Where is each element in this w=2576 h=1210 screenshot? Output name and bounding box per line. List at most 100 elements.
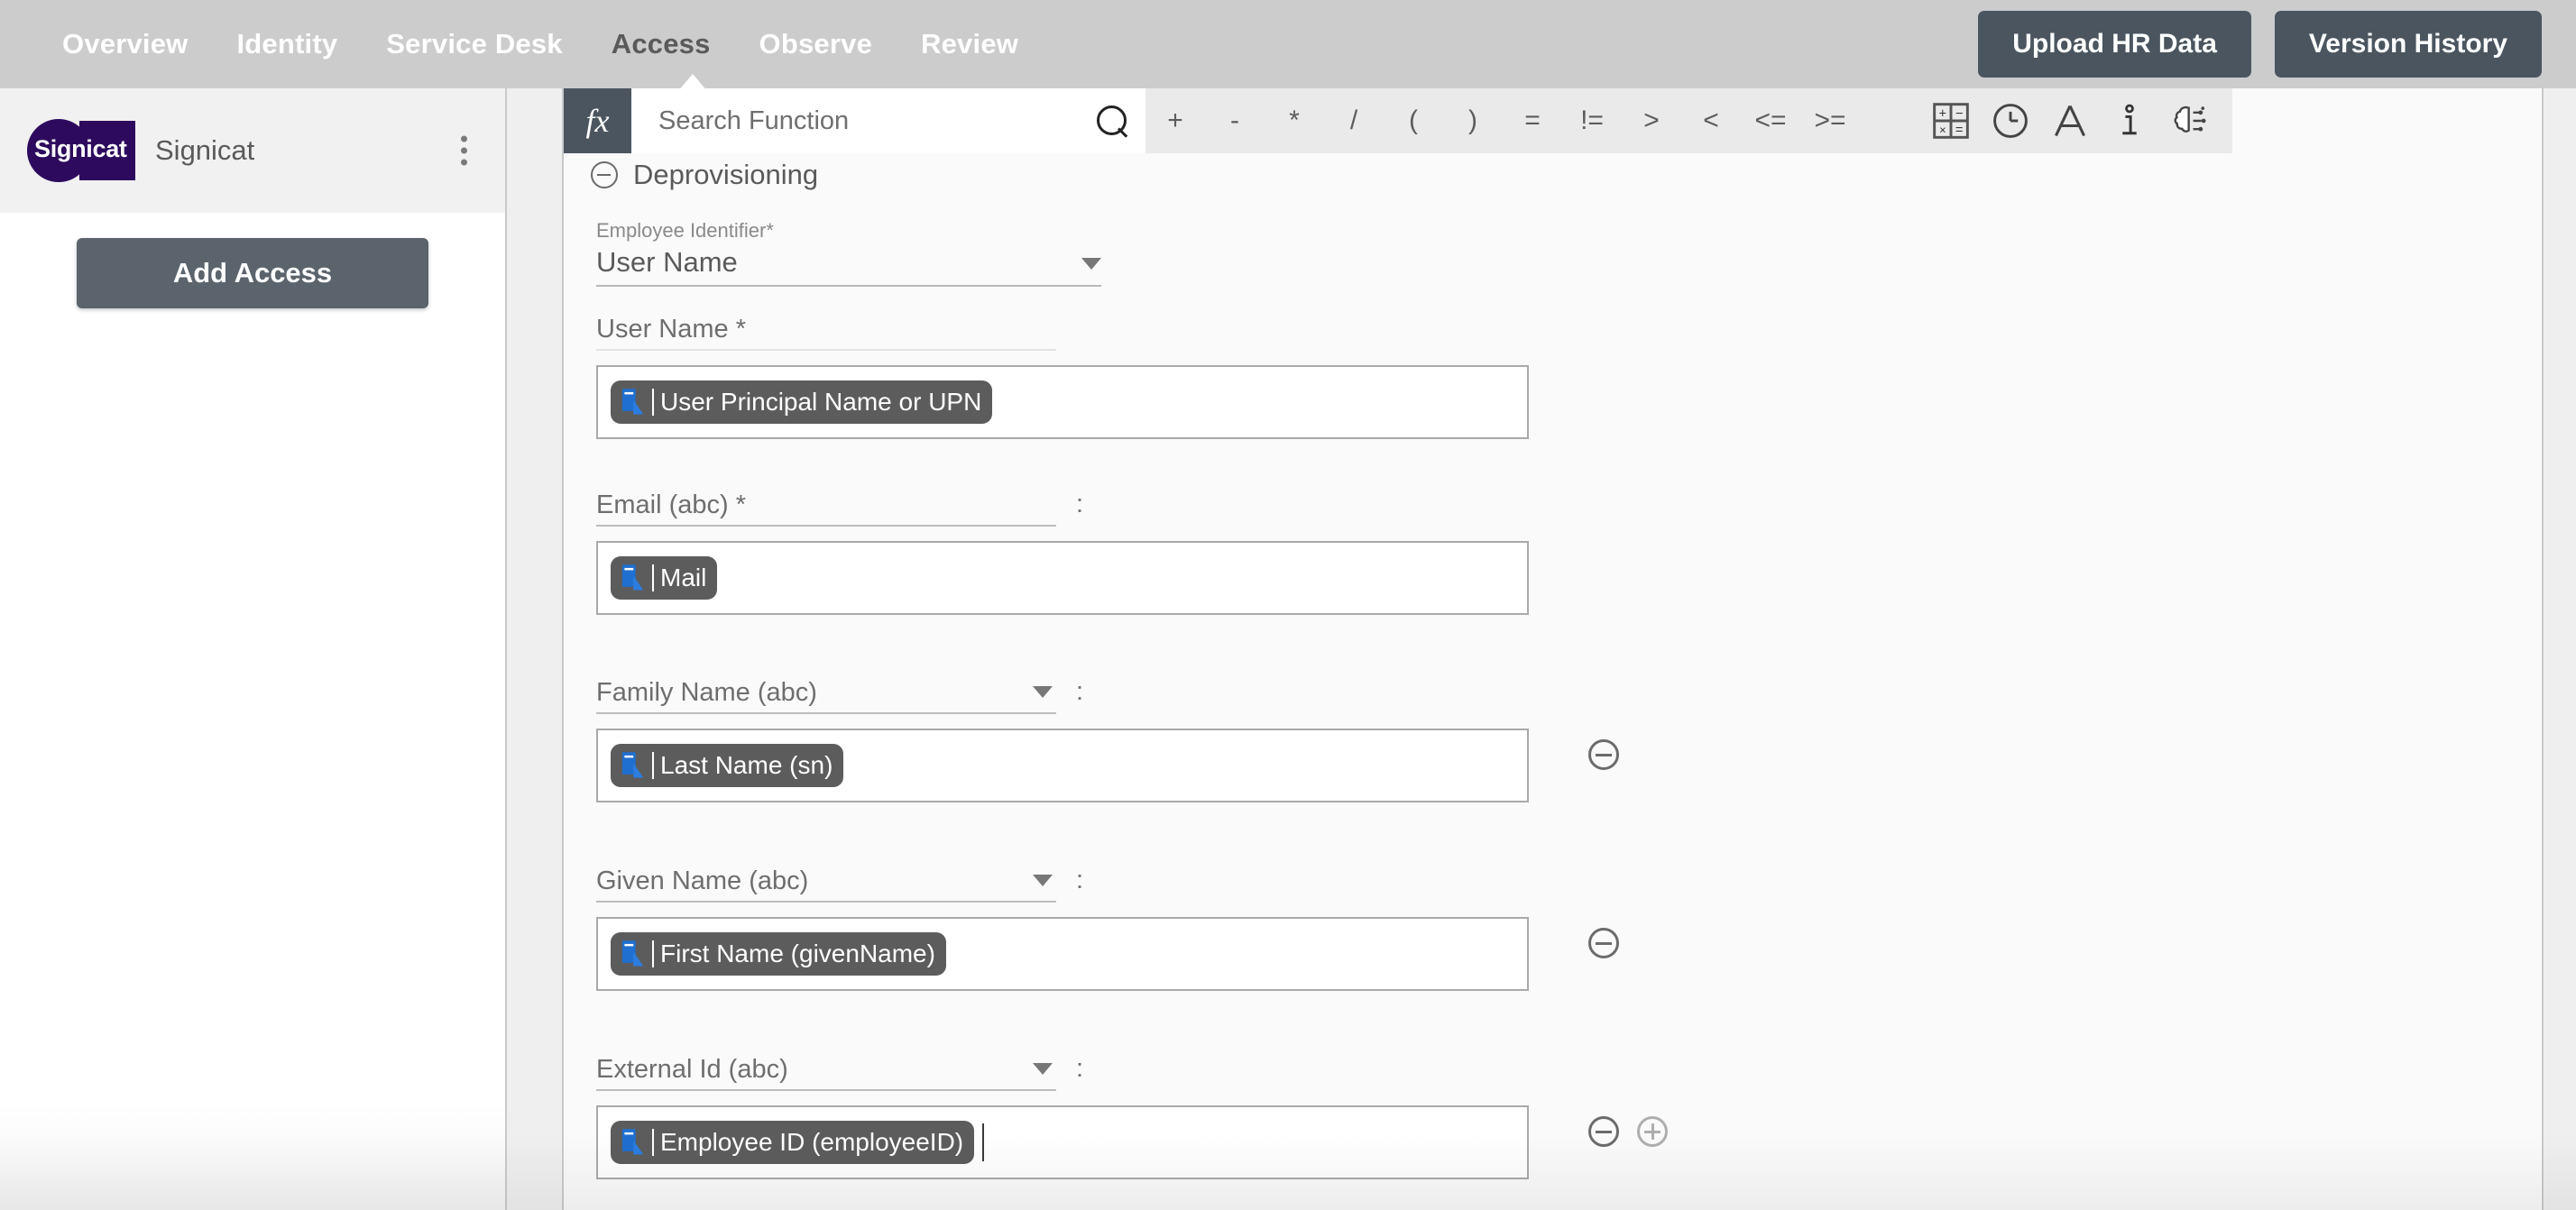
mapping-input[interactable]: Last Name (sn) [596,729,1529,802]
nav-link-service-desk[interactable]: Service Desk [362,28,586,60]
employee-identifier-field: Employee Identifier* User Name [596,219,1101,287]
chip-divider [652,389,654,416]
mapping-colon: : [1076,865,1084,894]
row-actions [1588,1116,1668,1147]
chip-divider [652,940,654,967]
operator-button[interactable]: - [1205,105,1265,136]
panel-gutter [505,88,564,1210]
chip-divider [652,564,654,591]
operator-buttons: + - * /() = != > < <= >= [1145,88,1931,153]
row-label-group[interactable]: Given Name (abc) [596,861,1056,903]
row-label: Family Name (abc) [596,677,817,707]
info-icon[interactable] [2110,101,2149,141]
source-chip[interactable]: Employee ID (employeeID) [611,1121,975,1164]
nav-action-buttons: Upload HR Data Version History [1978,11,2542,78]
sidebar-header: Signicat Signicat [0,88,505,213]
operator-button[interactable]: < [1681,105,1741,136]
operator-button[interactable]: != [1562,105,1622,136]
mapping-colon: : [1076,676,1084,706]
org-title: Signicat [155,134,255,166]
chevron-down-icon [1033,874,1053,886]
employee-identifier-select[interactable]: User Name [596,246,1101,287]
mapping-colon: : [1076,489,1084,518]
row-label-group: Email (abc) * [596,485,1056,527]
operator-button[interactable]: <= [1741,105,1800,136]
upload-hr-data-button[interactable]: Upload HR Data [1978,11,2251,78]
chip-label: Last Name (sn) [660,751,833,779]
row-label-wrap: Family Name (abc): [596,673,2490,714]
add-row-button[interactable] [1637,1116,1668,1147]
version-history-button[interactable]: Version History [2274,11,2542,78]
section-header: Deprovisioning [591,159,818,191]
operator-button[interactable]: * [1265,105,1324,136]
source-field-icon [621,564,644,591]
nav-link-observe[interactable]: Observe [735,28,897,60]
source-chip[interactable]: Mail [611,556,718,600]
kebab-menu-icon[interactable] [461,135,467,166]
source-chip[interactable]: User Principal Name or UPN [611,380,993,424]
search-icon[interactable] [1095,104,1129,138]
chevron-down-icon [1033,1062,1053,1075]
section-title: Deprovisioning [633,159,819,190]
nav-link-overview[interactable]: Overview [38,28,212,60]
mapping-input[interactable]: Employee ID (employeeID) [596,1105,1529,1179]
fx-function-button[interactable]: fx [564,88,631,153]
mapping-row: User Name * User Principal Name or UPN [596,309,2490,439]
row-label: Email (abc) * [596,490,746,519]
source-field-icon [621,389,644,415]
app-root: Overview Identity Service Desk Access Observ… [0,0,2576,1210]
mapping-row: External Id (abc): Employee ID (employeeI… [596,1050,2490,1179]
calculator-icon[interactable]: + − × = [1931,101,1971,141]
source-field-icon [621,1129,644,1155]
search-function-input[interactable] [658,105,1095,136]
row-label-wrap: Email (abc) *: [596,485,2490,527]
left-sidebar: Signicat Signicat Add Access [0,88,505,1210]
svg-text:+: + [1939,106,1947,121]
operator-button[interactable]: ( [1384,105,1443,136]
chip-label: User Principal Name or UPN [660,388,982,416]
row-label-group[interactable]: External Id (abc) [596,1050,1056,1091]
remove-row-button[interactable] [1588,739,1619,770]
chip-label: Mail [660,564,707,591]
function-search-container [631,88,1145,153]
svg-text:=: = [1955,124,1964,138]
ai-brain-icon[interactable] [2169,101,2209,141]
sidebar-bottom-shadow [0,1102,505,1210]
nav-link-access[interactable]: Access [587,28,735,60]
nav-link-review[interactable]: Review [897,28,1043,60]
operator-button[interactable]: > [1622,105,1681,136]
row-label-wrap: User Name * [596,309,2490,351]
nav-link-identity[interactable]: Identity [212,28,362,60]
source-chip[interactable]: First Name (givenName) [611,932,946,976]
chip-label: First Name (givenName) [660,940,935,967]
add-access-button[interactable]: Add Access [77,238,428,308]
row-label: Given Name (abc) [596,866,809,895]
remove-row-button[interactable] [1588,1116,1619,1147]
operator-button[interactable]: >= [1800,105,1860,136]
operator-button[interactable]: ) [1443,105,1503,136]
nav-links: Overview Identity Service Desk Access Observ… [38,28,1043,60]
sidebar-body: Add Access [0,213,505,308]
source-chip[interactable]: Last Name (sn) [611,744,844,787]
svg-text:−: − [1955,106,1964,121]
mapping-row: Family Name (abc): Last Name (sn) [596,673,2490,802]
clock-icon[interactable] [1991,101,2030,141]
svg-text:×: × [1939,124,1946,137]
chip-divider [652,752,654,779]
operator-button[interactable]: / [1324,105,1384,136]
text-cursor [982,1123,985,1161]
right-edge-strip [2542,88,2576,1210]
mapping-input[interactable]: Mail [596,541,1529,615]
remove-row-button[interactable] [1588,928,1619,958]
text-format-icon[interactable] [2050,101,2090,141]
employee-identifier-label: Employee Identifier* [596,219,774,242]
mapping-input[interactable]: User Principal Name or UPN [596,365,1529,439]
chip-divider [652,1129,654,1156]
minus-circle-icon[interactable] [591,161,618,188]
main-content-panel: fx +-*/()=!=><<=>= + − × = [564,88,2542,1210]
operator-button[interactable]: = [1503,105,1562,136]
row-label-group[interactable]: Family Name (abc) [596,673,1056,714]
mapping-input[interactable]: First Name (givenName) [596,917,1529,991]
chevron-down-icon [1033,685,1053,698]
operator-button[interactable]: + [1145,105,1205,136]
